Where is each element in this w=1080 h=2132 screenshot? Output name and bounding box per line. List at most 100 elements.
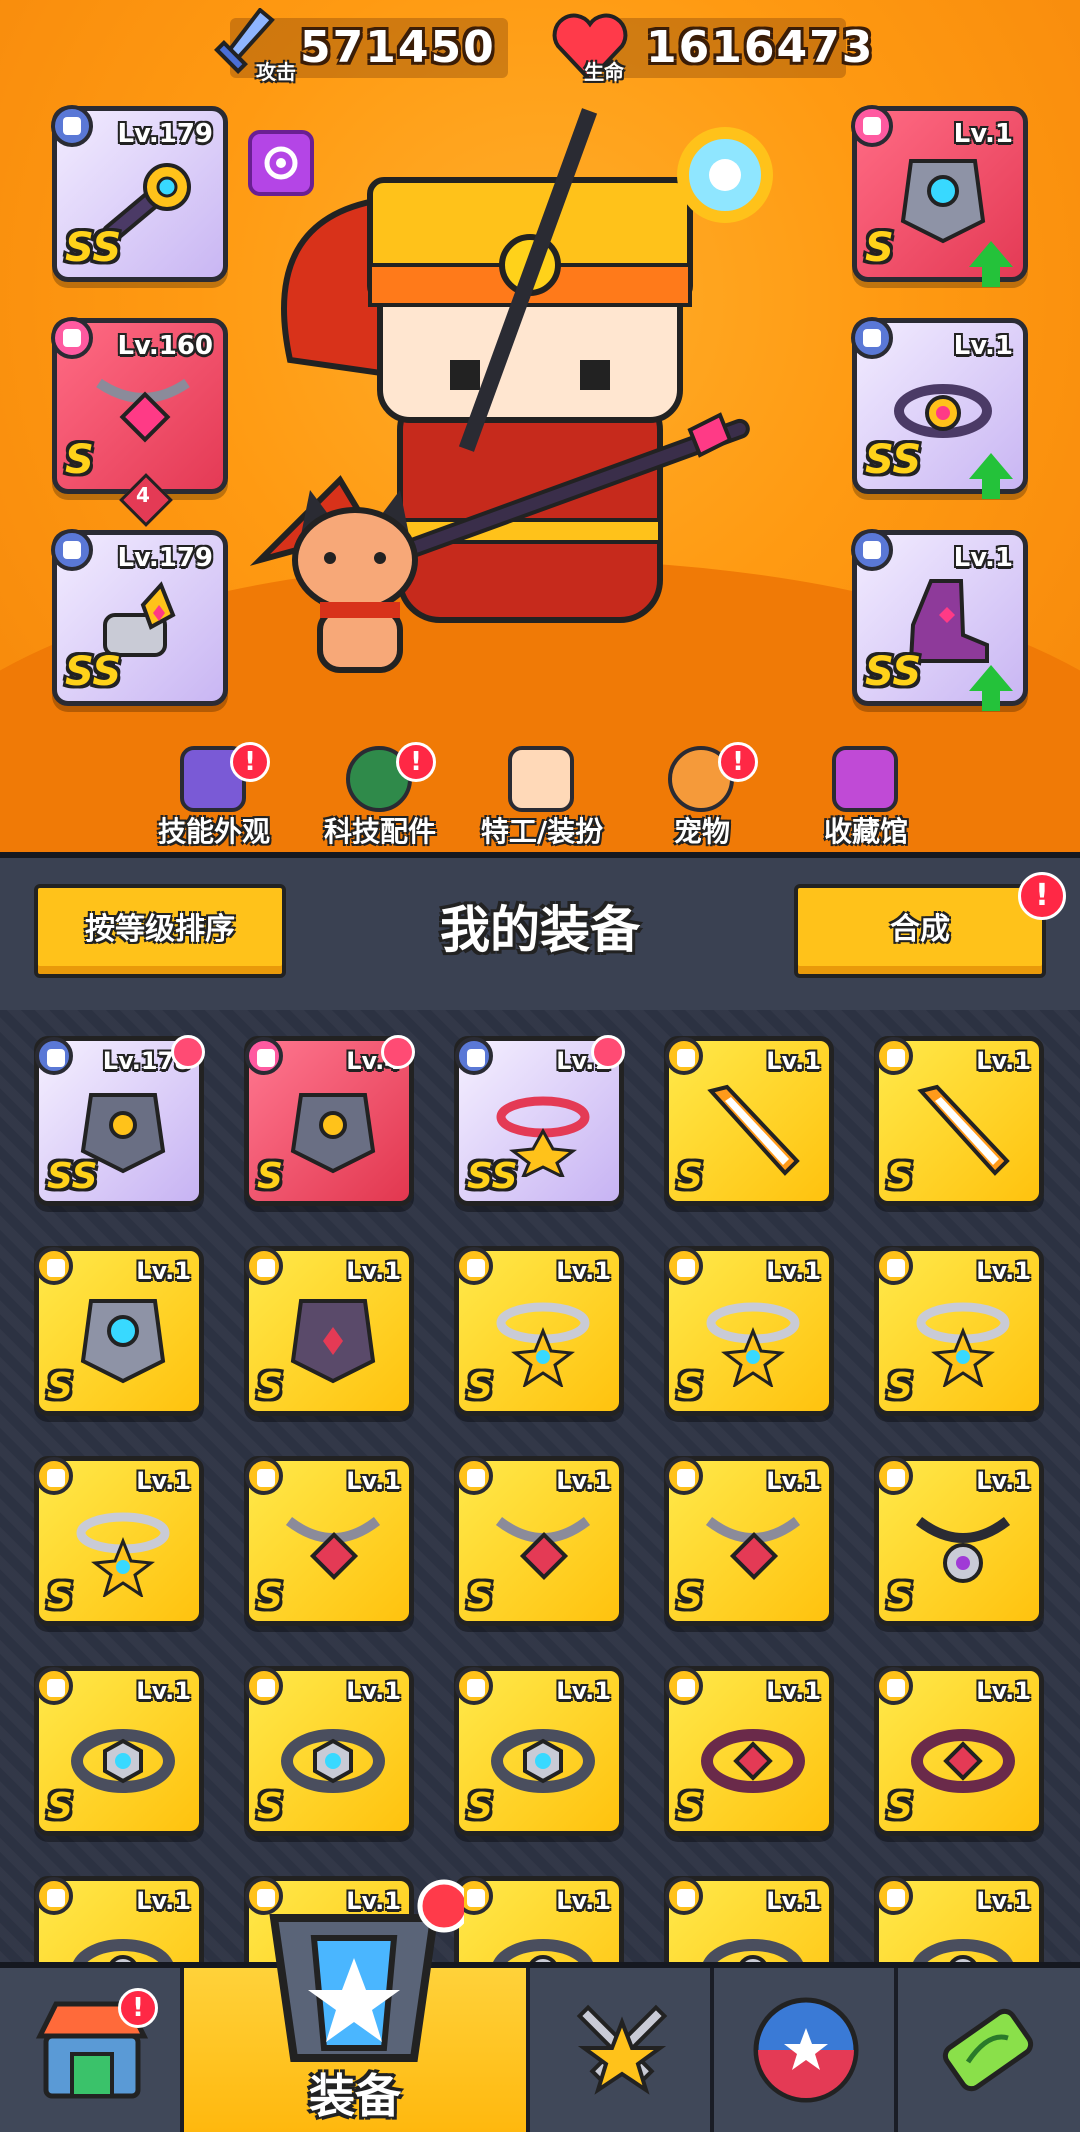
- nav-equipment[interactable]: 装备: [184, 1879, 530, 2132]
- menu-tech-part-label: 科技配件: [323, 815, 436, 848]
- inventory-item[interactable]: Lv.1 S: [34, 1246, 204, 1416]
- item-level: Lv.1: [136, 1257, 191, 1285]
- skill-skin-alert: !: [230, 742, 270, 782]
- equipped-necklace-slot[interactable]: Lv.160 S 4: [51, 317, 228, 527]
- inventory-grid: Lv.178 SS Lv.4 S Lv.1 SS Lv.1 S Lv.1 S Lv.1 S Lv.1 S L…: [0, 1010, 1080, 1965]
- boots-rank: SS: [865, 649, 922, 695]
- equipped-weapon-slot[interactable]: Lv.179 SS: [51, 105, 228, 282]
- armor-level: Lv.1: [953, 119, 1013, 149]
- nav-orb[interactable]: [714, 1968, 898, 2132]
- inventory-item[interactable]: Lv.1S: [874, 1876, 1044, 1965]
- sword-icon: [707, 1084, 800, 1176]
- inventory-item[interactable]: Lv.1S: [664, 1456, 834, 1626]
- item-level: Lv.1: [556, 1677, 611, 1705]
- equipped-marker-icon: [381, 1035, 415, 1069]
- inventory-item[interactable]: Lv.1S: [874, 1036, 1044, 1206]
- inventory-item[interactable]: Lv.1S: [34, 1876, 204, 1965]
- equipped-belt-slot[interactable]: Lv.1 SS: [851, 317, 1028, 499]
- boots-level: Lv.1: [953, 543, 1013, 573]
- slot-type-icon: [665, 1667, 703, 1705]
- chain-necklace-icon: [495, 1516, 591, 1581]
- item-rank: S: [887, 1366, 913, 1407]
- hex-belt-icon: [281, 1729, 385, 1793]
- gloves-slot-icon: [51, 529, 93, 571]
- menu-tech-part[interactable]: ! 科技配件: [300, 742, 460, 848]
- item-rank: S: [677, 1156, 703, 1197]
- dark-necklace-icon: [915, 1516, 1011, 1583]
- slot-type-icon: [875, 1457, 913, 1495]
- item-rank: S: [47, 1576, 73, 1617]
- gloves-rank: SS: [65, 649, 122, 695]
- tech-part-alert: !: [396, 742, 436, 782]
- item-level: Lv.1: [766, 1047, 821, 1075]
- menu-agent-outfit[interactable]: 特工/装扮: [462, 742, 622, 848]
- item-rank: S: [677, 1786, 703, 1827]
- inventory-item[interactable]: Lv.1 SS: [454, 1035, 625, 1206]
- slot-type-icon: [245, 1457, 283, 1495]
- gloves-level: Lv.179: [117, 543, 213, 573]
- equipped-boots-slot[interactable]: Lv.1 SS: [851, 529, 1028, 711]
- inventory-item[interactable]: Lv.1S: [874, 1456, 1044, 1626]
- item-rank: S: [47, 1366, 73, 1407]
- item-rank: S: [47, 1786, 73, 1827]
- necklace-rank: S: [65, 437, 94, 483]
- sort-by-level-button[interactable]: 按等级排序: [34, 884, 286, 978]
- slot-type-icon: [35, 1037, 73, 1075]
- menu-collection[interactable]: 收藏馆: [786, 742, 946, 848]
- nav-shop[interactable]: !: [0, 1968, 184, 2132]
- inventory-item[interactable]: Lv.1 S: [664, 1246, 834, 1416]
- inventory-item[interactable]: Lv.1S: [454, 1246, 624, 1416]
- inventory-item[interactable]: Lv.178 SS: [34, 1035, 205, 1206]
- item-level: Lv.1: [976, 1047, 1031, 1075]
- item-rank: S: [257, 1366, 283, 1407]
- inventory-item[interactable]: Lv.1S: [34, 1456, 204, 1626]
- hex-belt-icon: [71, 1729, 175, 1793]
- inventory-item[interactable]: Lv.1 S: [664, 1036, 834, 1206]
- nav-battle[interactable]: [530, 1968, 714, 2132]
- item-rank: S: [677, 1576, 703, 1617]
- armor-icon: [290, 1093, 376, 1174]
- merge-button[interactable]: 合成: [794, 884, 1046, 978]
- item-level: Lv.1: [556, 1887, 611, 1915]
- item-rank: S: [677, 1366, 703, 1407]
- merge-alert: !: [1018, 872, 1066, 920]
- inventory-item[interactable]: Lv.1S: [874, 1666, 1044, 1836]
- inventory-item[interactable]: Lv.1S: [664, 1666, 834, 1836]
- sword-icon: [917, 1084, 1010, 1176]
- item-level: Lv.1: [976, 1467, 1031, 1495]
- shop-alert: !: [118, 1988, 158, 2028]
- inventory-item[interactable]: Lv.1S: [874, 1246, 1044, 1416]
- inventory-item[interactable]: Lv.1S: [244, 1666, 414, 1836]
- belt-icon: [492, 1939, 594, 1965]
- slot-type-icon: [35, 1877, 73, 1915]
- nav-equipment-label: 装备: [309, 2069, 401, 2123]
- inventory-item[interactable]: Lv.1S: [454, 1666, 624, 1836]
- inventory-item[interactable]: Lv.1S: [244, 1456, 414, 1626]
- inventory-item[interactable]: Lv.1 S: [244, 1246, 414, 1416]
- equipped-armor-slot[interactable]: Lv.1 S: [851, 105, 1028, 287]
- item-level: Lv.1: [346, 1257, 401, 1285]
- belt-rank: SS: [865, 437, 922, 483]
- inventory-item[interactable]: Lv.1 S: [34, 1666, 204, 1836]
- slot-type-icon: [665, 1037, 703, 1075]
- belt-icon: [702, 1939, 804, 1965]
- item-level: Lv.1: [766, 1887, 821, 1915]
- menu-skill-skin[interactable]: ! 技能外观: [134, 742, 294, 848]
- equipped-gloves-slot[interactable]: Lv.179 SS: [51, 529, 228, 706]
- item-level: Lv.1: [136, 1677, 191, 1705]
- inventory-item[interactable]: Lv.1S: [454, 1876, 624, 1965]
- item-level: Lv.1: [766, 1257, 821, 1285]
- necklace-slot-icon: [51, 317, 93, 359]
- mech-armor-icon: [900, 159, 986, 244]
- menu-pet[interactable]: ! 宠物: [622, 742, 782, 848]
- inventory-item[interactable]: Lv.1S: [454, 1456, 624, 1626]
- pet-alert: !: [718, 742, 758, 782]
- menu-pet-label: 宠物: [673, 815, 730, 848]
- inventory-item[interactable]: Lv.1S: [664, 1876, 834, 1965]
- slot-type-icon: [665, 1877, 703, 1915]
- item-level: Lv.1: [556, 1257, 611, 1285]
- nav-dna[interactable]: [898, 1968, 1080, 2132]
- chain-necklace-icon: [285, 1516, 381, 1581]
- pet-dog: [292, 490, 418, 673]
- inventory-item[interactable]: Lv.4 S: [244, 1035, 415, 1206]
